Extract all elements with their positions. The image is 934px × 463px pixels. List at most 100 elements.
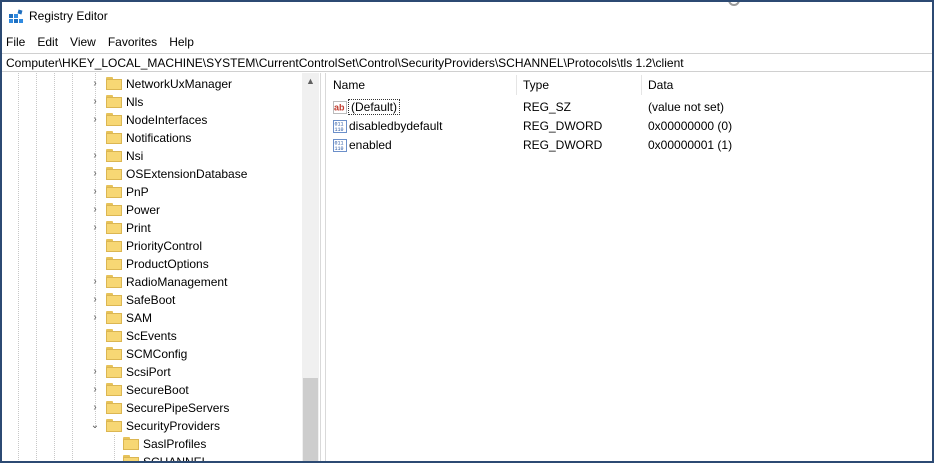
address-bar[interactable]: Computer\HKEY_LOCAL_MACHINE\SYSTEM\Curre…: [2, 53, 932, 72]
chevron-right-icon[interactable]: ›: [90, 96, 100, 108]
tree-item-label: RadioManagement: [126, 275, 228, 289]
tree-item-label: Nls: [126, 95, 144, 109]
folder-icon: [106, 347, 122, 360]
tree-item-osextensiondatabase[interactable]: › OSExtensionDatabase: [2, 165, 302, 183]
menu-help[interactable]: Help: [163, 35, 200, 49]
chevron-right-icon[interactable]: ›: [90, 312, 100, 324]
menu-edit[interactable]: Edit: [31, 35, 64, 49]
folder-icon: [123, 437, 139, 450]
chevron-right-icon[interactable]: ›: [90, 186, 100, 198]
folder-icon: [106, 221, 122, 234]
value-type: REG_DWORD: [523, 119, 603, 133]
folder-icon: [106, 203, 122, 216]
tree-item-label: NetworkUxManager: [126, 77, 233, 91]
tree-item-label: Print: [126, 221, 151, 235]
chevron-right-icon[interactable]: ›: [90, 276, 100, 288]
column-header-data[interactable]: Data: [642, 73, 922, 97]
value-type: REG_SZ: [523, 100, 572, 114]
key-tree: › NetworkUxManager › Nls › NodeInterfaces Noti…: [2, 73, 320, 463]
menu-bar: File Edit View Favorites Help: [2, 32, 932, 52]
tree-item-label: PnP: [126, 185, 149, 199]
tree-item-securepipeservers[interactable]: › SecurePipeServers: [2, 399, 302, 417]
tree-item-label: SecureBoot: [126, 383, 189, 397]
value-row[interactable]: 011 110 enabled REG_DWORD 0x00000001 (1): [327, 136, 927, 155]
chevron-right-icon[interactable]: ›: [90, 384, 100, 396]
tree-item-pnp[interactable]: › PnP: [2, 183, 302, 201]
tree-item-notifications[interactable]: Notifications: [2, 129, 302, 147]
binary-value-icon: 011 110: [333, 139, 347, 152]
tree-item-sam[interactable]: › SAM: [2, 309, 302, 327]
tree-item-productoptions[interactable]: ProductOptions: [2, 255, 302, 273]
column-header-name[interactable]: Name: [327, 73, 517, 97]
registry-editor-icon: [9, 9, 23, 23]
folder-icon: [106, 239, 122, 252]
tree-item-label: PriorityControl: [126, 239, 203, 253]
value-name[interactable]: disabledbydefault: [349, 119, 442, 133]
scroll-thumb[interactable]: [303, 378, 318, 461]
tree-item-radiomanagement[interactable]: › RadioManagement: [2, 273, 302, 291]
tree-item-label: Nsi: [126, 149, 144, 163]
tree-item-print[interactable]: › Print: [2, 219, 302, 237]
tree-item-label: Power: [126, 203, 161, 217]
tree-item-networkuxmanager[interactable]: › NetworkUxManager: [2, 75, 302, 93]
tree-item-safeboot[interactable]: › SafeBoot: [2, 291, 302, 309]
folder-icon: [106, 383, 122, 396]
chevron-right-icon[interactable]: ›: [90, 402, 100, 414]
chevron-right-icon[interactable]: ›: [90, 150, 100, 162]
menu-favorites[interactable]: Favorites: [102, 35, 163, 49]
tree-item-label: SafeBoot: [126, 293, 176, 307]
tree-item-power[interactable]: › Power: [2, 201, 302, 219]
tree-item-label: SCHANNEL: [143, 455, 209, 463]
string-value-icon: ab: [333, 101, 347, 114]
tree-item-scsiport[interactable]: › ScsiPort: [2, 363, 302, 381]
tree-item-scevents[interactable]: ScEvents: [2, 327, 302, 345]
tree-item-saslprofiles[interactable]: SaslProfiles: [2, 435, 302, 453]
address-path[interactable]: Computer\HKEY_LOCAL_MACHINE\SYSTEM\Curre…: [6, 56, 684, 70]
tree-item-label: ScsiPort: [126, 365, 171, 379]
folder-icon: [106, 275, 122, 288]
folder-icon: [106, 95, 122, 108]
value-name[interactable]: (Default): [348, 99, 401, 115]
chevron-right-icon[interactable]: ›: [90, 114, 100, 126]
decorative-ring: [728, 2, 740, 6]
folder-icon: [106, 77, 122, 90]
folder-icon: [106, 257, 122, 270]
tree-item-label: SCMConfig: [126, 347, 188, 361]
tree-item-label: OSExtensionDatabase: [126, 167, 248, 181]
chevron-right-icon[interactable]: ›: [90, 204, 100, 216]
chevron-right-icon[interactable]: ›: [90, 366, 100, 378]
value-row[interactable]: 011 110 disabledbydefault REG_DWORD 0x00…: [327, 117, 927, 136]
tree-scrollbar[interactable]: ▲: [302, 73, 319, 461]
folder-icon: [106, 329, 122, 342]
chevron-down-icon[interactable]: ⌄: [90, 420, 100, 432]
folder-icon: [106, 149, 122, 162]
window-title: Registry Editor: [29, 9, 108, 23]
folder-icon: [106, 419, 122, 432]
tree-item-scmconfig[interactable]: SCMConfig: [2, 345, 302, 363]
chevron-right-icon[interactable]: ›: [90, 78, 100, 90]
chevron-down-icon[interactable]: ⌄: [108, 456, 118, 461]
chevron-right-icon[interactable]: ›: [90, 294, 100, 306]
folder-icon: [106, 401, 122, 414]
folder-icon: [106, 131, 122, 144]
value-row[interactable]: ab (Default) REG_SZ (value not set): [327, 98, 927, 117]
pane-splitter[interactable]: [320, 73, 326, 461]
scroll-up-arrow-icon[interactable]: ▲: [302, 73, 319, 90]
chevron-right-icon[interactable]: ›: [90, 222, 100, 234]
tree-item-securityproviders[interactable]: ⌄ SecurityProviders: [2, 417, 302, 435]
tree-item-nsi[interactable]: › Nsi: [2, 147, 302, 165]
column-header-type[interactable]: Type: [517, 73, 642, 97]
tree-item-label: SecurityProviders: [126, 419, 221, 433]
value-name[interactable]: enabled: [349, 138, 392, 152]
tree-item-nls[interactable]: › Nls: [2, 93, 302, 111]
folder-icon: [106, 113, 122, 126]
tree-item-secureboot[interactable]: › SecureBoot: [2, 381, 302, 399]
tree-item-nodeinterfaces[interactable]: › NodeInterfaces: [2, 111, 302, 129]
registry-editor-window: Registry Editor File Edit View Favorites…: [0, 0, 934, 463]
folder-icon: [106, 185, 122, 198]
chevron-right-icon[interactable]: ›: [90, 168, 100, 180]
menu-file[interactable]: File: [2, 35, 31, 49]
menu-view[interactable]: View: [64, 35, 102, 49]
tree-item-prioritycontrol[interactable]: PriorityControl: [2, 237, 302, 255]
tree-item-schannel[interactable]: ⌄ SCHANNEL: [2, 453, 302, 463]
